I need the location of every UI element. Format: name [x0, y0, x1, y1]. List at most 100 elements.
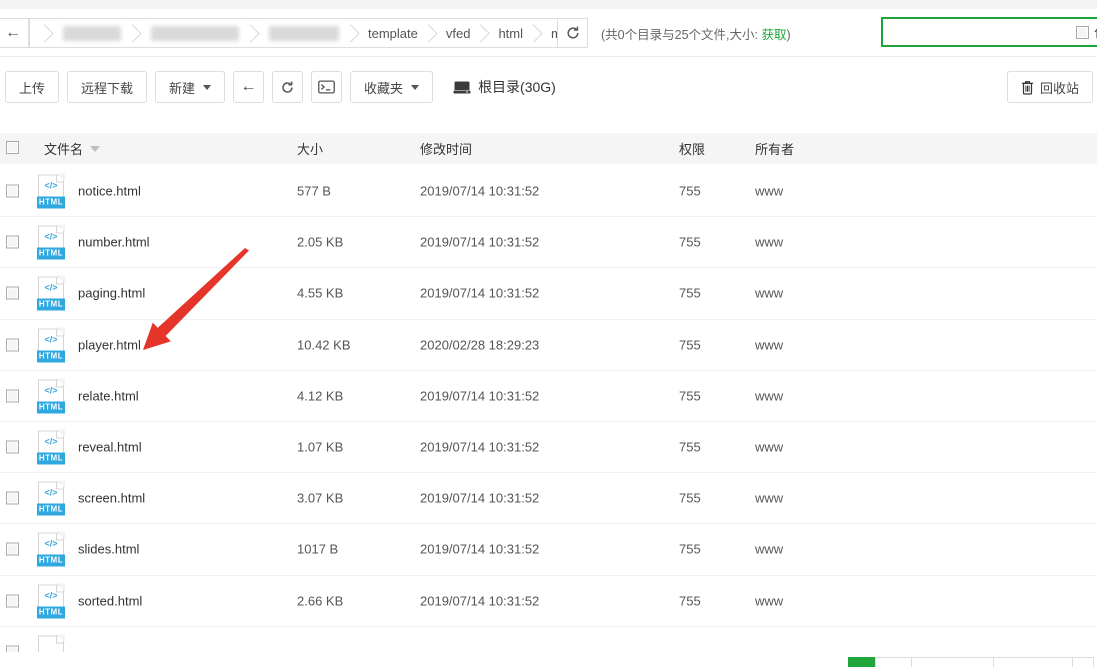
- search-input[interactable]: [883, 19, 1076, 45]
- filename-header-label: 文件名: [44, 139, 83, 158]
- file-owner: www: [755, 440, 783, 455]
- code-glyph-icon: </>: [38, 437, 64, 447]
- file-permission: 755: [679, 337, 701, 352]
- row-checkbox[interactable]: [6, 236, 19, 249]
- file-mtime: 2019/07/14 10:31:52: [420, 388, 539, 403]
- html-file-icon: </> HTML: [38, 175, 64, 208]
- breadcrumb-segment-template[interactable]: template: [359, 26, 427, 41]
- html-file-icon: </> HTML: [38, 379, 64, 412]
- file-name[interactable]: paging.html: [78, 286, 145, 301]
- row-checkbox[interactable]: [6, 185, 19, 198]
- file-name[interactable]: number.html: [78, 235, 150, 250]
- get-size-link[interactable]: 获取: [761, 28, 786, 42]
- table-header: 文件名 大小 修改时间 权限 所有者: [0, 133, 1097, 164]
- column-header-filename[interactable]: 文件名: [44, 133, 100, 164]
- file-rows-host: </> HTML notice.html 577 B 2019/07/14 10…: [0, 166, 1097, 627]
- html-badge: HTML: [37, 350, 65, 362]
- pagination-active-page[interactable]: [848, 657, 876, 667]
- row-checkbox[interactable]: [6, 338, 19, 351]
- toolbar: 上传 远程下载 新建 ← 收藏夹 根目录(30G): [5, 71, 556, 103]
- new-menu-label: 新建: [169, 78, 195, 97]
- back-arrow-icon: ←: [241, 78, 257, 96]
- row-checkbox[interactable]: [6, 441, 19, 454]
- pagination-next[interactable]: [911, 657, 994, 667]
- directory-summary: (共0个目录与25个文件,大小: 获取): [601, 24, 791, 43]
- disk-icon: [453, 80, 471, 95]
- row-checkbox[interactable]: [6, 645, 19, 652]
- code-glyph-icon: </>: [38, 181, 64, 191]
- page-fold-icon: [57, 634, 65, 642]
- code-glyph-icon: </>: [38, 334, 64, 344]
- file-size: 2.66 KB: [297, 593, 343, 608]
- refresh-button[interactable]: [272, 71, 303, 103]
- chevron-separator-icon: [341, 24, 359, 42]
- remote-download-button[interactable]: 远程下载: [67, 71, 147, 103]
- pagination-info[interactable]: [993, 657, 1073, 667]
- breadcrumb-redacted-segment[interactable]: [63, 26, 121, 41]
- table-row: </> HTML screen.html 3.07 KB 2019/07/14 …: [0, 473, 1097, 524]
- row-checkbox[interactable]: [6, 594, 19, 607]
- pagination-page[interactable]: [875, 657, 912, 667]
- include-sub-option: 包含子: [1076, 23, 1097, 42]
- chevron-down-icon: [203, 85, 211, 90]
- file-owner: www: [755, 235, 783, 250]
- include-sub-checkbox[interactable]: [1076, 26, 1089, 39]
- file-size: 1.07 KB: [297, 440, 343, 455]
- path-refresh-button[interactable]: [557, 18, 588, 48]
- file-name[interactable]: player.html: [78, 337, 141, 352]
- html-badge: HTML: [37, 197, 65, 209]
- breadcrumb-redacted-segment[interactable]: [269, 26, 339, 41]
- table-row: </> HTML reveal.html 1.07 KB 2019/07/14 …: [0, 422, 1097, 473]
- breadcrumb-redacted-segment[interactable]: [151, 26, 239, 41]
- file-name[interactable]: notice.html: [78, 184, 141, 199]
- row-checkbox[interactable]: [6, 287, 19, 300]
- html-file-icon: </> HTML: [38, 584, 64, 617]
- html-file-icon: </> HTML: [38, 482, 64, 515]
- file-name[interactable]: reveal.html: [78, 440, 142, 455]
- file-owner: www: [755, 542, 783, 557]
- file-permission: 755: [679, 593, 701, 608]
- back-button[interactable]: ←: [233, 71, 264, 103]
- favorites-menu-button[interactable]: 收藏夹: [350, 71, 433, 103]
- file-list: </> HTML notice.html 577 B 2019/07/14 10…: [0, 166, 1097, 652]
- file-size: 4.12 KB: [297, 388, 343, 403]
- new-menu-button[interactable]: 新建: [155, 71, 225, 103]
- file-permission: 755: [679, 184, 701, 199]
- html-badge: HTML: [37, 401, 65, 413]
- file-name[interactable]: sorted.html: [78, 593, 142, 608]
- file-owner: www: [755, 491, 783, 506]
- row-checkbox[interactable]: [6, 389, 19, 402]
- recycle-bin-button[interactable]: 回收站: [1007, 71, 1093, 103]
- row-checkbox[interactable]: [6, 492, 19, 505]
- favorites-label: 收藏夹: [364, 78, 403, 97]
- file-name[interactable]: slides.html: [78, 542, 139, 557]
- file-size: 3.07 KB: [297, 491, 343, 506]
- column-header-mtime: 修改时间: [420, 133, 472, 164]
- column-header-owner: 所有者: [755, 133, 794, 164]
- table-row: </> HTML paging.html 4.55 KB 2019/07/14 …: [0, 268, 1097, 319]
- file-size: 10.42 KB: [297, 337, 351, 352]
- file-mtime: 2019/07/14 10:31:52: [420, 542, 539, 557]
- html-badge: HTML: [37, 504, 65, 516]
- chevron-down-icon: [411, 85, 419, 90]
- row-checkbox[interactable]: [6, 543, 19, 556]
- upload-button[interactable]: 上传: [5, 71, 59, 103]
- back-arrow-icon: ←: [5, 24, 21, 42]
- select-all-checkbox[interactable]: [6, 141, 19, 154]
- file-permission: 755: [679, 286, 701, 301]
- file-permission: 755: [679, 388, 701, 403]
- pagination-edge[interactable]: [1072, 657, 1094, 667]
- html-file-icon: </> HTML: [38, 328, 64, 361]
- code-glyph-icon: </>: [38, 539, 64, 549]
- file-name[interactable]: screen.html: [78, 491, 145, 506]
- nav-back-button[interactable]: ←: [0, 18, 29, 48]
- file-name[interactable]: relate.html: [78, 388, 139, 403]
- breadcrumb-segment-module[interactable]: module: [542, 26, 558, 41]
- html-file-icon: </> HTML: [38, 277, 64, 310]
- root-directory-indicator[interactable]: 根目录(30G): [453, 77, 556, 97]
- html-file-icon: </> HTML: [38, 226, 64, 259]
- file-size: 2.05 KB: [297, 235, 343, 250]
- terminal-button[interactable]: [311, 71, 342, 103]
- html-badge: HTML: [37, 248, 65, 260]
- file-size: 1017 B: [297, 542, 338, 557]
